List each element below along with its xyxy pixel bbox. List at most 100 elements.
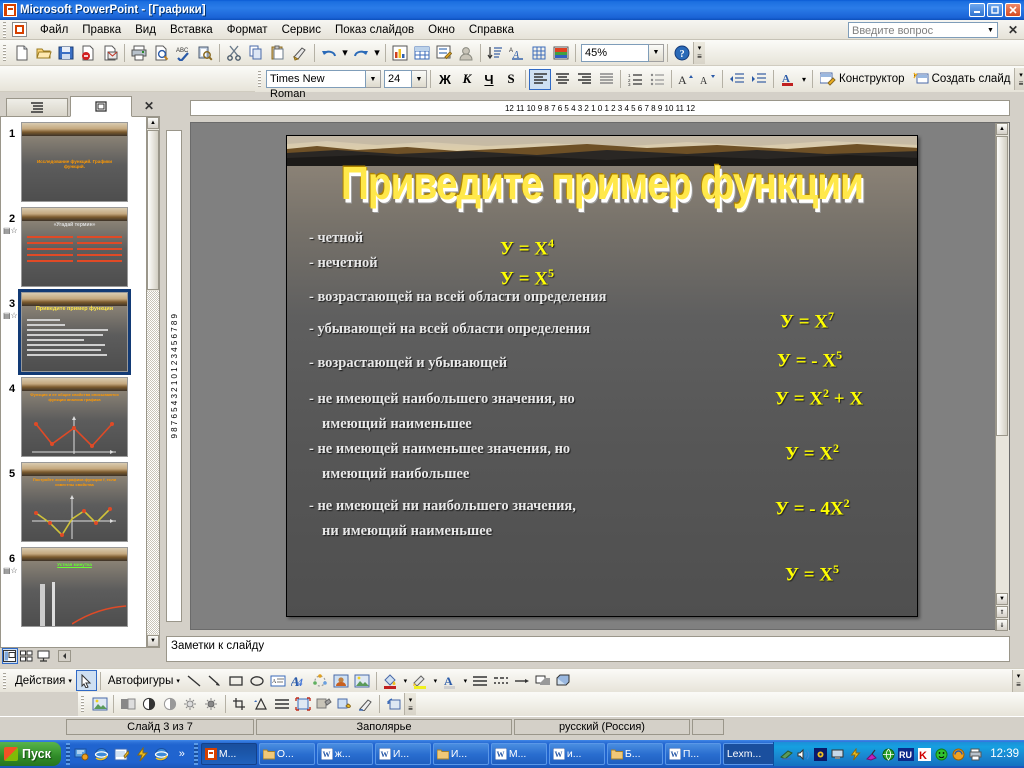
close-panel-icon[interactable]: ✕ xyxy=(144,99,154,113)
browser-icon[interactable] xyxy=(153,745,171,763)
tab-outline[interactable] xyxy=(6,98,68,116)
insert-table-icon[interactable] xyxy=(411,42,433,64)
slide-scrollbar-thumb[interactable] xyxy=(996,136,1008,436)
thumbnail-row[interactable]: 1 Исследование функций. Графики функций. xyxy=(1,117,159,202)
3d-style-icon[interactable] xyxy=(554,670,575,691)
insert-clipart-icon[interactable] xyxy=(455,42,477,64)
zoom-input[interactable]: 45% xyxy=(581,43,649,62)
ask-dropdown-icon[interactable]: ▼ xyxy=(984,23,997,37)
slide-scroll-down-button[interactable]: ▼ xyxy=(996,593,1008,605)
menu-slideshow[interactable]: Показ слайдов xyxy=(328,22,421,38)
scrollbar-track[interactable] xyxy=(147,291,159,634)
winamp-icon[interactable] xyxy=(133,745,151,763)
task-button-folder-1[interactable]: О... xyxy=(258,743,315,765)
maximize-restore-button[interactable] xyxy=(987,3,1003,17)
notes-pane[interactable]: Заметки к слайду xyxy=(166,636,1010,662)
menu-tools[interactable]: Сервис xyxy=(275,22,328,38)
scroll-down-button[interactable]: ▼ xyxy=(147,635,159,647)
less-brightness-icon[interactable] xyxy=(201,694,222,715)
formatting-toolbar-gripper[interactable] xyxy=(257,71,264,87)
normal-view-button[interactable] xyxy=(2,648,18,664)
line-style-pic-icon[interactable] xyxy=(271,694,292,715)
show-grid-icon[interactable] xyxy=(528,42,550,64)
dash-style-icon[interactable] xyxy=(491,670,512,691)
reset-picture-icon[interactable] xyxy=(383,694,404,715)
kaspersky-icon[interactable]: K xyxy=(917,747,931,761)
printer-icon[interactable] xyxy=(968,747,982,761)
thumbnail-row[interactable]: 3 ▤☆ Приведите пример функции xyxy=(1,287,159,375)
format-text-effect-icon[interactable]: AA xyxy=(506,42,528,64)
font-color-button[interactable]: A xyxy=(777,69,799,90)
font-color-draw-icon[interactable]: A xyxy=(440,670,461,691)
undo-dropdown-icon[interactable]: ▾ xyxy=(340,42,350,64)
insert-picture-icon[interactable] xyxy=(352,670,373,691)
format-painter-icon[interactable] xyxy=(289,42,311,64)
save-icon[interactable] xyxy=(55,42,77,64)
globe-icon[interactable] xyxy=(881,747,895,761)
thumbnail-row[interactable]: 6 ▤☆ Устная минутка xyxy=(1,542,159,627)
permission-icon[interactable] xyxy=(77,42,99,64)
menu-gripper[interactable] xyxy=(2,21,9,38)
italic-button[interactable]: К xyxy=(456,69,478,90)
format-picture-icon[interactable] xyxy=(334,694,355,715)
task-button-word-2[interactable]: W И... xyxy=(374,743,431,765)
scroll-up-button[interactable]: ▲ xyxy=(147,117,159,129)
volume-icon[interactable] xyxy=(796,747,810,761)
print-icon[interactable] xyxy=(128,42,150,64)
increase-indent-button[interactable] xyxy=(748,69,770,90)
color-mode-icon[interactable] xyxy=(117,694,138,715)
select-arrow-icon[interactable] xyxy=(75,670,97,691)
satellite-icon[interactable] xyxy=(864,747,878,761)
document-icon[interactable] xyxy=(12,22,27,37)
copy-icon[interactable] xyxy=(245,42,267,64)
crop-icon[interactable] xyxy=(229,694,250,715)
menu-insert[interactable]: Вставка xyxy=(163,22,220,38)
email-icon[interactable] xyxy=(99,42,121,64)
align-left-button[interactable] xyxy=(529,68,551,90)
open-icon[interactable] xyxy=(33,42,55,64)
zoom-dropdown-icon[interactable]: ▼ xyxy=(649,43,664,62)
align-center-button[interactable] xyxy=(551,69,573,90)
slide-area-scrollbar[interactable]: ▲ ▼ ⇑ ⇓ xyxy=(995,123,1009,631)
task-button-word-4[interactable]: W и... xyxy=(548,743,605,765)
arrow-icon[interactable] xyxy=(205,670,226,691)
thumbnails-scrollbar[interactable]: ▲ ▼ xyxy=(146,116,160,648)
shadow-style-icon[interactable] xyxy=(533,670,554,691)
underline-button[interactable]: Ч xyxy=(478,69,500,90)
outlook-express-icon[interactable] xyxy=(113,745,131,763)
cut-icon[interactable] xyxy=(223,42,245,64)
color-scheme-icon[interactable] xyxy=(550,42,572,64)
autoshapes-menu-button[interactable]: Автофигуры ▾ xyxy=(104,670,184,691)
menu-file[interactable]: Файл xyxy=(33,22,75,38)
minimize-button[interactable] xyxy=(969,3,985,17)
numbered-list-button[interactable]: 123 xyxy=(624,69,646,90)
justify-button[interactable] xyxy=(595,69,617,90)
fill-color-dropdown-icon[interactable]: ▾ xyxy=(401,670,410,691)
task-button-powerpoint[interactable]: М... xyxy=(200,743,257,765)
thumbnail-row[interactable]: 5 Постройте эскиз графика функции f, есл… xyxy=(1,457,159,542)
set-transparent-color-icon[interactable] xyxy=(355,694,376,715)
decrease-indent-button[interactable] xyxy=(726,69,748,90)
language-ru-icon[interactable]: RU xyxy=(898,747,915,761)
network-icon[interactable] xyxy=(779,747,793,761)
smiley-icon[interactable] xyxy=(934,747,948,761)
fill-color-icon[interactable] xyxy=(380,670,401,691)
redo-dropdown-icon[interactable]: ▾ xyxy=(372,42,382,64)
taskbar-clock[interactable]: 12:39 xyxy=(990,748,1019,760)
bulleted-list-button[interactable] xyxy=(646,69,668,90)
actions-menu-button[interactable]: Действия ▾ xyxy=(11,670,76,691)
slide-thumbnails-list[interactable]: 1 Исследование функций. Графики функций.… xyxy=(0,116,160,648)
menu-view[interactable]: Вид xyxy=(128,22,163,38)
sort-icon[interactable] xyxy=(484,42,506,64)
research-icon[interactable] xyxy=(194,42,216,64)
line-color-icon[interactable] xyxy=(410,670,431,691)
task-button-word-5[interactable]: W П... xyxy=(664,743,721,765)
oval-icon[interactable] xyxy=(247,670,268,691)
spelling-icon[interactable]: ABC xyxy=(172,42,194,64)
increase-font-size-button[interactable]: A xyxy=(675,69,697,90)
previous-slide-button[interactable]: ⇑ xyxy=(996,606,1008,618)
print-preview-icon[interactable] xyxy=(150,42,172,64)
help-icon[interactable]: ? xyxy=(671,42,693,64)
update-icon[interactable] xyxy=(951,747,965,761)
standard-toolbar-gripper[interactable] xyxy=(2,44,9,61)
